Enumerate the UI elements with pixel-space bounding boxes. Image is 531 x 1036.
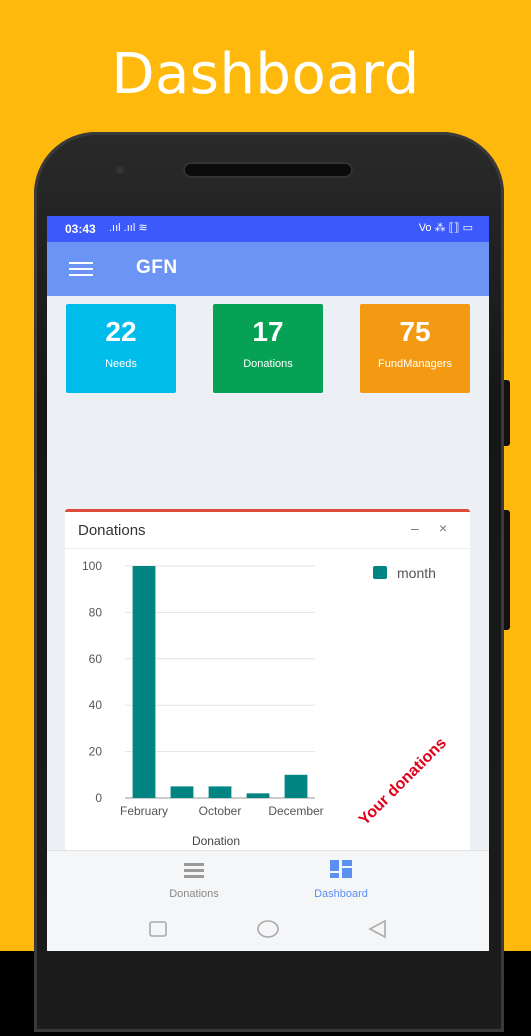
volume-button: [504, 380, 510, 446]
donations-card: Donations – × 0 20 40 60 80 100 February Octob…: [65, 509, 470, 872]
stat-card-fundmanagers[interactable]: 75 FundManagers: [360, 304, 470, 393]
nav-donations[interactable]: Donations: [134, 851, 254, 907]
legend-swatch: [373, 566, 387, 579]
y-tick-label: 100: [82, 559, 102, 573]
x-tick-label: December: [268, 804, 323, 818]
home-icon[interactable]: [256, 919, 280, 939]
minimize-icon[interactable]: –: [411, 520, 419, 536]
y-tick-label: 80: [89, 605, 103, 619]
bar-december: [284, 774, 308, 798]
phone-screen: 03:43 .ııl .ııl ≋ Vo ⁂ ⟦⟧ ▭ GFN 22 Needs…: [47, 216, 489, 951]
power-button: [504, 510, 510, 630]
stat-value: 75: [399, 316, 431, 347]
stat-card-needs[interactable]: 22 Needs: [66, 304, 176, 393]
y-tick-label: 20: [89, 745, 103, 759]
x-tick-label: October: [199, 804, 242, 818]
signal-icons: .ııl .ııl ≋: [109, 222, 148, 234]
y-tick-label: 40: [89, 698, 103, 712]
chart-legend: month: [373, 565, 436, 581]
stat-value: 22: [105, 316, 137, 347]
promo-title: Dashboard: [111, 42, 420, 107]
hamburger-icon[interactable]: [69, 262, 93, 276]
card-header: Donations – ×: [65, 512, 470, 549]
bar-march: [170, 786, 194, 798]
stat-card-donations[interactable]: 17 Donations: [213, 304, 323, 393]
recents-icon[interactable]: [148, 919, 168, 939]
nav-label: Dashboard: [314, 888, 368, 900]
stat-value: 17: [252, 316, 284, 347]
nav-dashboard[interactable]: Dashboard: [281, 851, 401, 907]
y-tick-label: 60: [89, 652, 103, 666]
dashboard-icon: [330, 860, 352, 878]
app-title: GFN: [136, 257, 178, 278]
list-icon: [184, 863, 204, 878]
nav-label: Donations: [169, 888, 219, 900]
legend-label: month: [397, 565, 436, 581]
status-bar: 03:43 .ııl .ııl ≋ Vo ⁂ ⟦⟧ ▭: [47, 216, 489, 242]
x-tick-label: February: [120, 804, 168, 818]
stat-label: FundManagers: [378, 358, 452, 370]
bar-october: [208, 786, 232, 798]
x-axis-label: Donation: [192, 834, 240, 848]
donations-chart: 0 20 40 60 80 100 February October December Don…: [82, 559, 450, 848]
app-bar: GFN: [47, 242, 489, 296]
system-navigation-bar: [47, 906, 489, 951]
back-icon[interactable]: [367, 919, 389, 939]
phone-camera: [116, 166, 124, 174]
bar-november: [246, 793, 270, 798]
stat-label: Needs: [105, 358, 137, 370]
stat-label: Donations: [243, 358, 293, 370]
status-time: 03:43: [65, 222, 96, 236]
phone-speaker: [183, 162, 353, 178]
card-title: Donations: [78, 522, 146, 539]
bottom-navigation: Donations Dashboard: [47, 850, 489, 907]
status-right-icons: Vo ⁂ ⟦⟧ ▭: [418, 222, 473, 234]
close-icon[interactable]: ×: [439, 520, 447, 536]
bar-february: [132, 566, 156, 798]
annotation-your-donations: Your donations: [356, 735, 450, 829]
y-tick-label: 0: [95, 791, 102, 805]
